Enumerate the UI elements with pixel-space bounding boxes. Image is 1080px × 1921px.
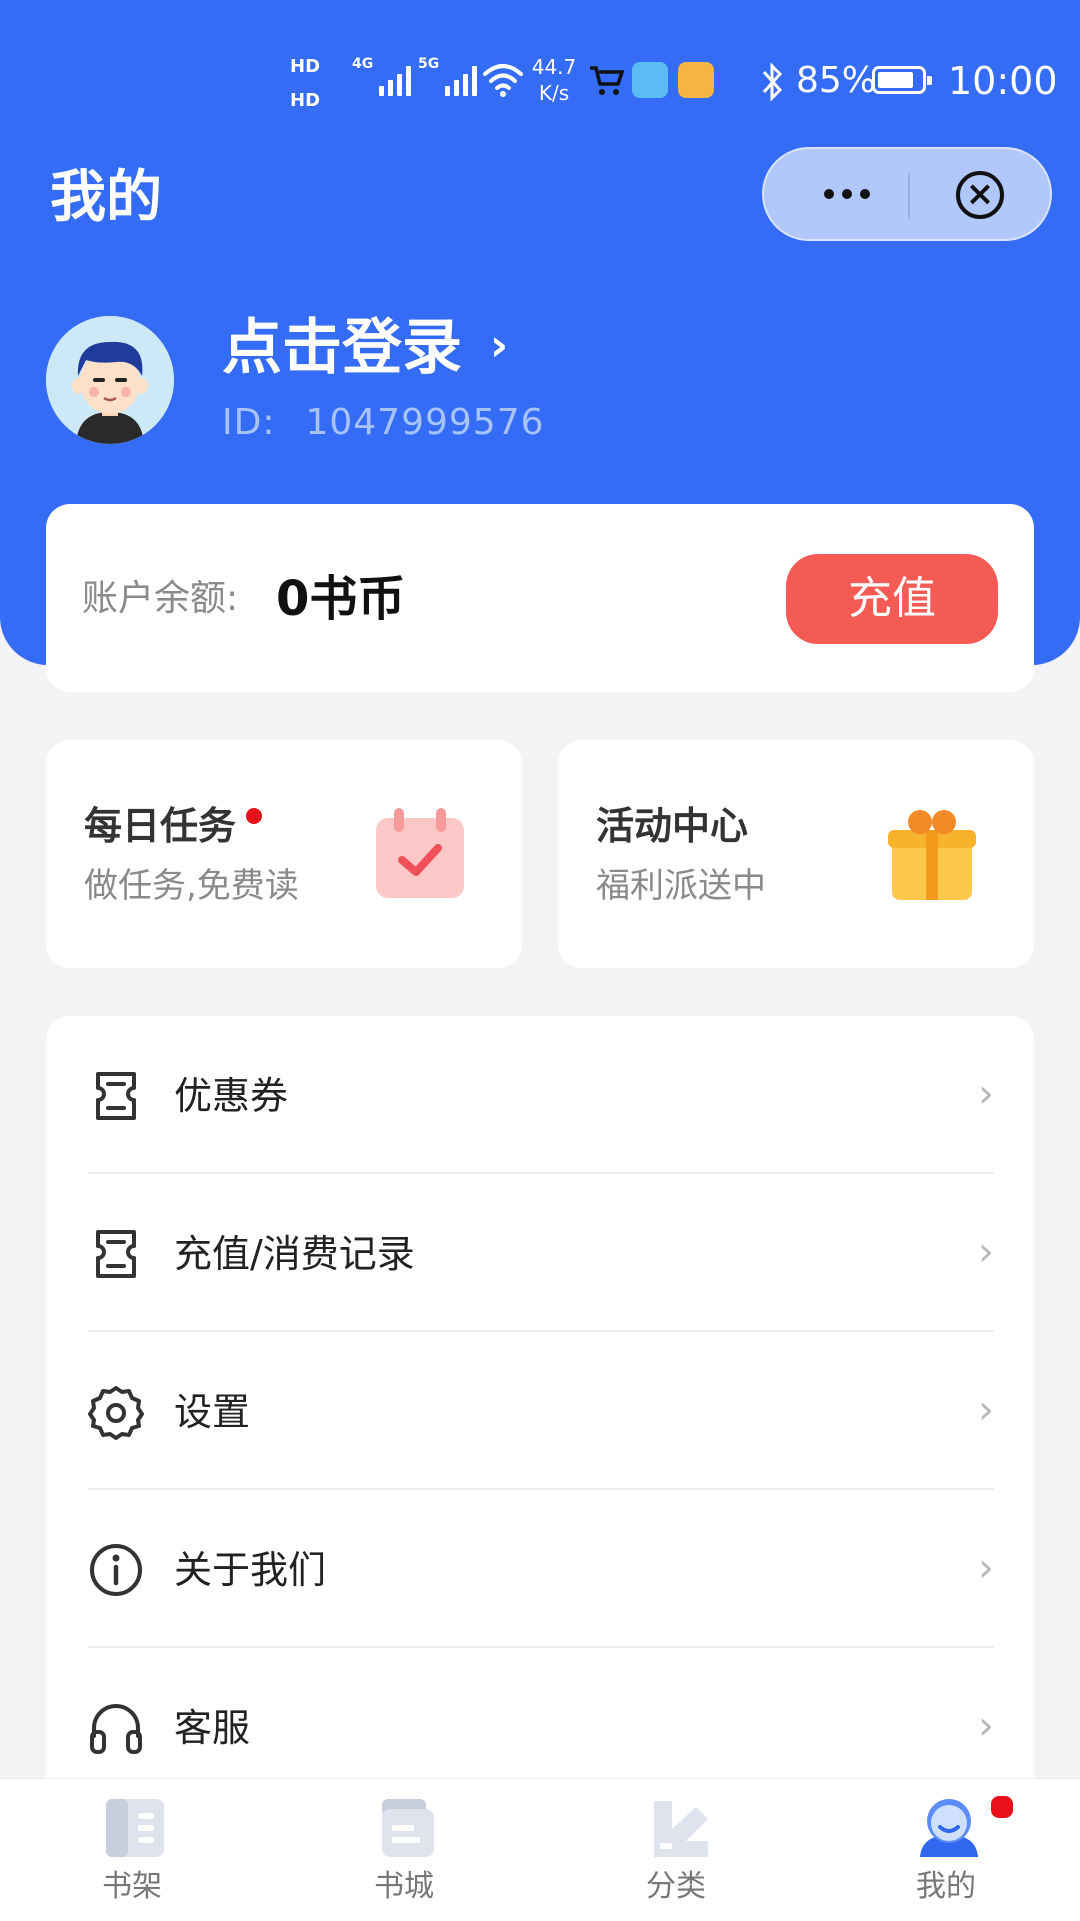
network-type-2: 5G <box>418 56 440 72</box>
signal-5g-icon: 5G <box>418 56 478 96</box>
capsule-divider <box>908 173 910 219</box>
login-prompt[interactable]: 点击登录 <box>222 308 462 388</box>
bookshelf-icon <box>106 1799 164 1857</box>
cart-icon <box>588 62 625 107</box>
user-id: ID: 1047999576 <box>222 398 545 448</box>
hd-indicator: HD HD <box>290 50 342 118</box>
user-id-label: ID: <box>222 402 276 443</box>
tab-label: 我的 <box>916 1869 976 1904</box>
page-title: 我的 <box>50 165 162 230</box>
menu-item-about[interactable]: 关于我们 › <box>88 1490 994 1648</box>
menu-item-coupon[interactable]: 优惠券 › <box>88 1016 994 1174</box>
tab-bookstore[interactable]: 书城 <box>324 1779 484 1921</box>
chevron-right-icon[interactable]: › <box>490 318 508 374</box>
battery-percent: 85% <box>796 60 877 101</box>
chevron-right-icon: › <box>978 1387 994 1433</box>
close-icon[interactable]: × <box>956 171 1004 219</box>
network-speed-unit: K/s <box>538 81 570 105</box>
chevron-right-icon: › <box>978 1229 994 1275</box>
tab-bookshelf[interactable]: 书架 <box>52 1779 212 1921</box>
ticket-record-icon <box>96 1230 136 1278</box>
gear-icon <box>88 1386 144 1440</box>
notification-dot <box>246 808 263 824</box>
app-notification-icon-2 <box>678 62 714 98</box>
chevron-right-icon: › <box>978 1545 994 1591</box>
tab-profile[interactable]: 我的 <box>866 1779 1026 1921</box>
daily-task-title: 每日任务 <box>84 804 237 848</box>
notification-dot <box>988 1793 1016 1821</box>
tab-label: 书城 <box>374 1869 434 1904</box>
menu-list: 优惠券 › 充值/消费记录 › 设置 › 关于我们 › 客服 › <box>46 1016 1034 1796</box>
status-bar: HD HD 4G 5G 44.7 K/s 85% 10:00 <box>0 48 1080 118</box>
chevron-right-icon: › <box>978 1703 994 1749</box>
tab-category[interactable]: 分类 <box>596 1779 756 1921</box>
coupon-icon <box>96 1072 136 1120</box>
bluetooth-icon <box>760 56 784 116</box>
calendar-check-icon <box>376 808 464 898</box>
menu-item-label: 设置 <box>174 1390 251 1434</box>
recharge-button[interactable]: 充值 <box>786 554 998 644</box>
balance-value: 0书币 <box>276 571 406 627</box>
tab-label: 分类 <box>646 1869 706 1904</box>
profile-icon <box>920 1799 978 1857</box>
headset-icon <box>90 1704 142 1754</box>
network-speed-value: 44.7 <box>531 55 577 79</box>
avatar[interactable] <box>46 316 174 444</box>
more-options-icon[interactable] <box>812 169 882 219</box>
card-title: 活动中心 <box>596 804 749 848</box>
battery-icon <box>872 66 932 94</box>
category-icon <box>654 1801 708 1857</box>
user-id-value: 1047999576 <box>305 402 545 443</box>
menu-item-settings[interactable]: 设置 › <box>88 1332 994 1490</box>
menu-item-label: 充值/消费记录 <box>174 1232 415 1276</box>
wifi-icon <box>483 64 523 97</box>
hd-label-2: HD <box>290 90 321 111</box>
network-speed: 44.7 K/s <box>528 54 580 106</box>
signal-4g-icon: 4G <box>352 56 412 96</box>
chevron-right-icon: › <box>978 1071 994 1117</box>
clock: 10:00 <box>948 59 1058 103</box>
app-notification-icon <box>632 62 668 98</box>
hd-label-1: HD <box>290 56 321 77</box>
card-subtitle: 做任务,免费读 <box>84 866 299 906</box>
card-subtitle: 福利派送中 <box>596 866 766 906</box>
balance-label: 账户余额: <box>82 578 239 619</box>
card-title: 每日任务 <box>84 800 263 852</box>
daily-task-card[interactable]: 每日任务 做任务,免费读 <box>46 740 522 968</box>
gift-icon <box>888 810 976 900</box>
menu-item-label: 客服 <box>174 1706 251 1750</box>
info-icon <box>90 1544 142 1596</box>
menu-item-recharge-records[interactable]: 充值/消费记录 › <box>88 1174 994 1332</box>
menu-item-label: 优惠券 <box>174 1074 289 1118</box>
network-type-1: 4G <box>352 56 374 72</box>
activity-center-card[interactable]: 活动中心 福利派送中 <box>558 740 1034 968</box>
bottom-tab-bar: 书架 书城 分类 我的 <box>0 1778 1080 1921</box>
balance-card: 账户余额: 0书币 充值 <box>46 504 1034 692</box>
bookstore-icon <box>382 1799 434 1857</box>
tab-label: 书架 <box>102 1869 162 1904</box>
miniprogram-capsule: × <box>762 147 1052 241</box>
menu-item-label: 关于我们 <box>174 1548 327 1592</box>
